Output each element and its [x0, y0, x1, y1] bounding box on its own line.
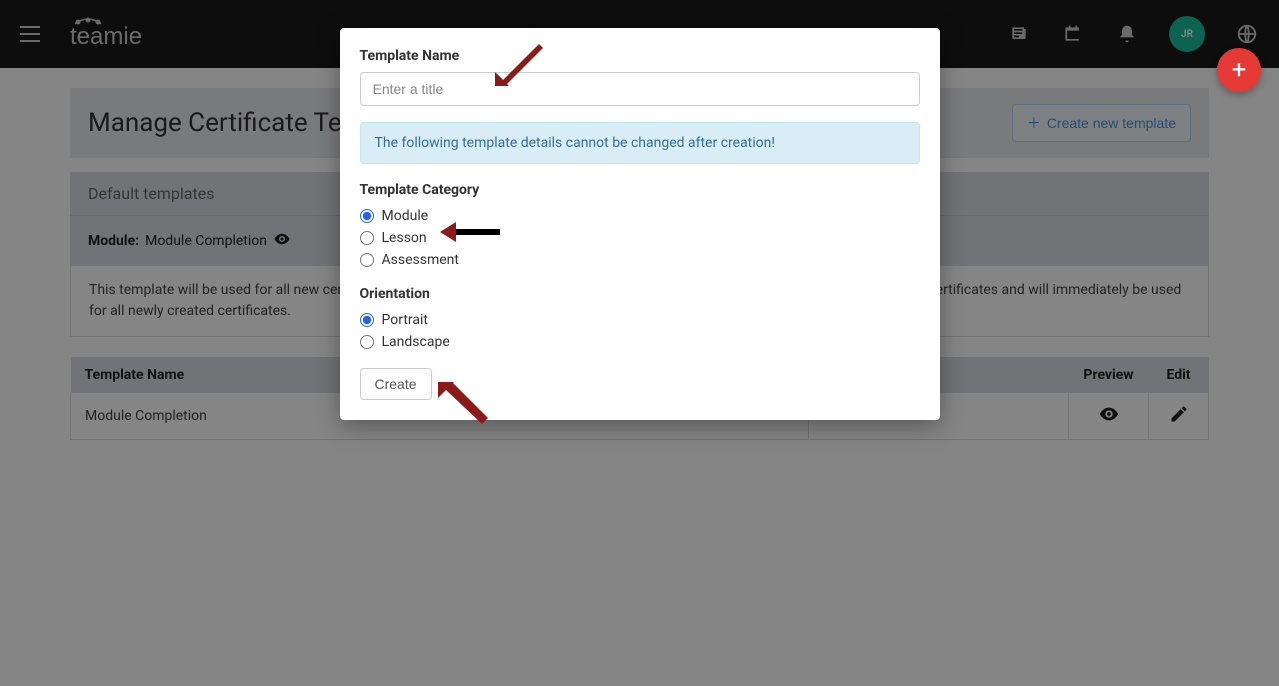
category-module-radio[interactable]	[360, 209, 374, 223]
orientation-landscape-label: Landscape	[382, 334, 450, 350]
category-lesson-label: Lesson	[382, 230, 427, 246]
category-assessment-option[interactable]: Assessment	[360, 252, 920, 268]
category-lesson-radio[interactable]	[360, 231, 374, 245]
orientation-landscape-radio[interactable]	[360, 335, 374, 349]
annotation-arrow	[495, 36, 545, 86]
category-module-label: Module	[382, 208, 429, 224]
orientation-landscape-option[interactable]: Landscape	[360, 334, 920, 350]
orientation-portrait-radio[interactable]	[360, 313, 374, 327]
template-category-label: Template Category	[360, 182, 920, 198]
create-template-modal: Template Name The following template det…	[340, 28, 940, 420]
orientation-portrait-label: Portrait	[382, 312, 428, 328]
plus-icon: +	[1232, 55, 1247, 85]
orientation-portrait-option[interactable]: Portrait	[360, 312, 920, 328]
annotation-arrow	[440, 220, 500, 244]
category-assessment-radio[interactable]	[360, 253, 374, 267]
annotation-arrow	[438, 382, 488, 426]
fab-add-button[interactable]: +	[1217, 48, 1261, 92]
orientation-label: Orientation	[360, 286, 920, 302]
create-button[interactable]: Create	[360, 368, 432, 400]
template-name-input[interactable]	[360, 72, 920, 106]
warning-alert: The following template details cannot be…	[360, 122, 920, 164]
template-name-label: Template Name	[360, 48, 920, 64]
category-assessment-label: Assessment	[382, 252, 459, 268]
